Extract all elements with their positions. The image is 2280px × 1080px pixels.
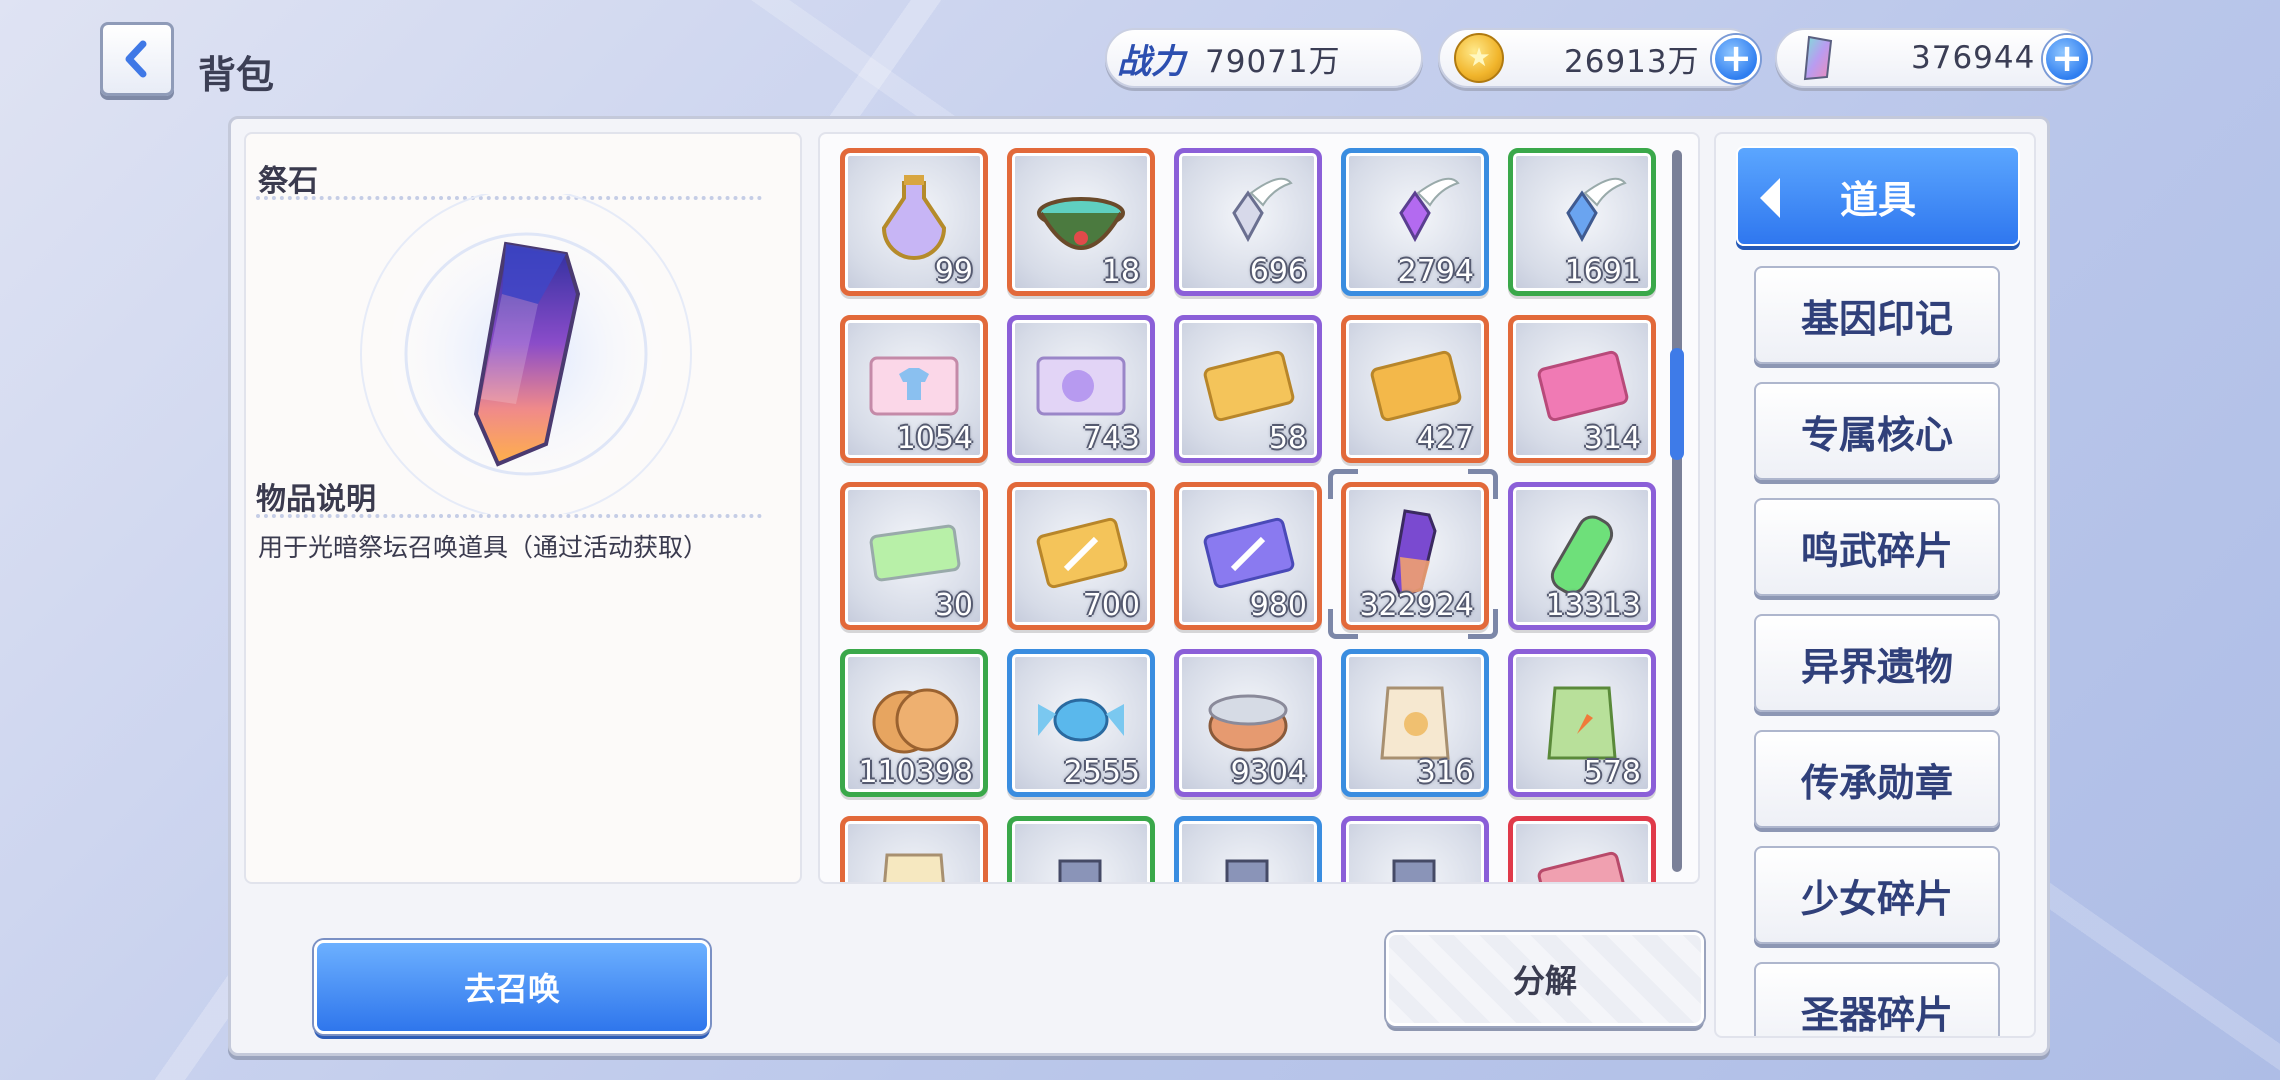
item-slot[interactable] [1007, 816, 1155, 882]
item-count: 13313 [1545, 588, 1641, 623]
category-tab-active[interactable]: 道具 [1736, 146, 2020, 246]
item-count: 99 [934, 254, 973, 289]
item-count: 58 [1268, 421, 1307, 456]
item-count: 700 [1082, 588, 1140, 623]
decompose-button[interactable]: 分解 [1386, 932, 1704, 1026]
partial-card-icon [1537, 851, 1629, 882]
combat-power-value: 79071万 [1205, 43, 1341, 80]
item-count: 980 [1249, 588, 1307, 623]
item-count: 578 [1583, 755, 1641, 790]
category-tab[interactable]: 基因印记 [1754, 266, 2000, 364]
description-title: 物品说明 [256, 482, 376, 517]
partial-gadget-icon [1392, 859, 1436, 882]
summon-label: 去召唤 [463, 970, 560, 1008]
category-tab[interactable]: 圣器碎片 [1754, 962, 2000, 1037]
item-slot[interactable]: 1054 [840, 315, 988, 463]
category-label: 传承勋章 [1800, 760, 1953, 805]
back-button[interactable] [100, 22, 174, 96]
item-slot[interactable]: 427 [1341, 315, 1489, 463]
combat-power-label: 战力 [1117, 41, 1185, 82]
sacrifice-stone-large-icon [360, 194, 692, 514]
item-slot[interactable] [1508, 816, 1656, 882]
item-detail-panel: 祭石 物品说明 用于光暗祭坛召唤道具（通过活动获取） [244, 132, 802, 884]
category-tab[interactable]: 传承勋章 [1754, 730, 2000, 828]
category-label: 基因印记 [1800, 296, 1953, 341]
item-count: 314 [1583, 421, 1641, 456]
item-count: 427 [1416, 421, 1474, 456]
item-slot[interactable]: 2555 [1007, 649, 1155, 797]
gem-display: 376944 + [1775, 28, 2091, 88]
item-slot[interactable] [840, 816, 988, 882]
gold-value: 26913万 [1564, 43, 1700, 80]
sacrifice-stone-icon [1391, 509, 1437, 599]
item-slot[interactable]: 980 [1174, 482, 1322, 630]
category-label: 道具 [1839, 177, 1916, 222]
item-count: 9304 [1230, 755, 1307, 790]
item-slot[interactable]: 30 [840, 482, 988, 630]
category-label: 鸣武碎片 [1800, 528, 1953, 573]
item-slot[interactable]: 314 [1508, 315, 1656, 463]
divider [256, 514, 762, 518]
item-slot[interactable]: 578 [1508, 649, 1656, 797]
add-gold-button[interactable]: + [1712, 35, 1760, 83]
item-count: 696 [1249, 254, 1307, 289]
item-slot[interactable]: 110398 [840, 649, 988, 797]
chevron-left-icon [125, 40, 147, 78]
category-tab[interactable]: 异界遗物 [1754, 614, 2000, 712]
category-label: 异界遗物 [1800, 644, 1953, 689]
item-count: 1054 [896, 421, 973, 456]
gem-icon [1803, 35, 1833, 81]
category-label: 圣器碎片 [1800, 992, 1953, 1037]
category-tab[interactable]: 少女碎片 [1754, 846, 2000, 944]
description-text: 用于光暗祭坛召唤道具（通过活动获取） [258, 533, 709, 562]
category-tab[interactable]: 鸣武碎片 [1754, 498, 2000, 596]
item-slot[interactable]: 13313 [1508, 482, 1656, 630]
item-slot-selected[interactable]: 322924 [1341, 482, 1489, 630]
combat-power-display: 战力 79071万 [1105, 28, 1423, 88]
item-count: 2555 [1063, 755, 1140, 790]
item-slot[interactable]: 9304 [1174, 649, 1322, 797]
item-slot[interactable]: 18 [1007, 148, 1155, 296]
item-slot[interactable]: 2794 [1341, 148, 1489, 296]
item-slot[interactable]: 743 [1007, 315, 1155, 463]
partial-bag-icon [883, 853, 945, 882]
gold-display: ★ 26913万 + [1438, 28, 1760, 88]
item-count: 1691 [1564, 254, 1641, 289]
grid-scroll-thumb[interactable] [1670, 348, 1684, 460]
item-slot[interactable]: 58 [1174, 315, 1322, 463]
gold-coin-icon: ★ [1454, 33, 1504, 83]
item-slot[interactable] [1174, 816, 1322, 882]
item-slot[interactable]: 99 [840, 148, 988, 296]
page-title: 背包 [198, 53, 275, 97]
item-count: 2794 [1397, 254, 1474, 289]
item-slot[interactable]: 700 [1007, 482, 1155, 630]
item-grid-panel: 99 18 696 2794 1691 1054 743 58 427 314 30 700 980 32… [818, 132, 1700, 884]
item-slot[interactable]: 316 [1341, 649, 1489, 797]
gem-value: 376944 [1911, 40, 2036, 76]
item-count: 322924 [1359, 588, 1474, 623]
category-panel: 道具 基因印记专属核心鸣武碎片异界遗物传承勋章少女碎片圣器碎片 [1714, 132, 2036, 1038]
category-label: 少女碎片 [1800, 876, 1953, 921]
category-label: 专属核心 [1800, 412, 1953, 457]
item-count: 30 [934, 588, 973, 623]
item-count: 110398 [858, 755, 973, 790]
summon-button[interactable]: 去召唤 [314, 940, 710, 1034]
item-count: 316 [1416, 755, 1474, 790]
grid-scrollbar[interactable] [1672, 150, 1682, 872]
item-slot[interactable]: 1691 [1508, 148, 1656, 296]
add-gem-button[interactable]: + [2043, 35, 2091, 83]
category-tab[interactable]: 专属核心 [1754, 382, 2000, 480]
item-count: 18 [1101, 254, 1140, 289]
partial-gadget-icon [1058, 859, 1102, 882]
partial-gadget-icon [1225, 859, 1269, 882]
caret-left-icon [1760, 178, 1780, 218]
item-slot[interactable]: 696 [1174, 148, 1322, 296]
item-grid: 99 18 696 2794 1691 1054 743 58 427 314 30 700 980 32… [840, 148, 1656, 882]
item-slot[interactable] [1341, 816, 1489, 882]
decompose-label: 分解 [1512, 962, 1577, 1000]
item-count: 743 [1082, 421, 1140, 456]
